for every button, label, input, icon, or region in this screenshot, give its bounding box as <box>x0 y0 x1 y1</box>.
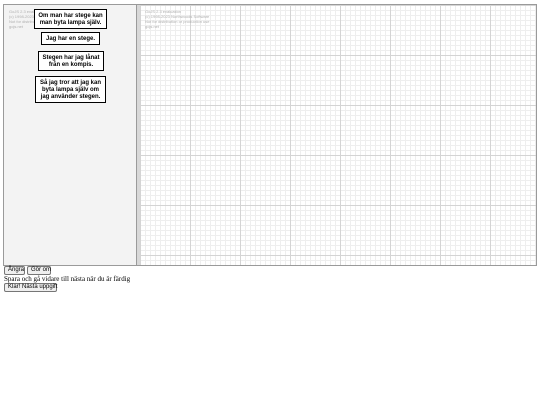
diagram-workspace: GoJS 2.3 evaluation (c) 1998-2023 Northw… <box>3 4 537 266</box>
undo-button[interactable]: Ångra <box>4 266 25 275</box>
canvas-watermark: GoJS 2.3 evaluation (c) 1998-2023 Northw… <box>145 9 209 29</box>
shape-palette[interactable]: GoJS 2.3 evaluation (c) 1998-2023 Northw… <box>4 5 137 265</box>
diagram-canvas[interactable]: GoJS 2.3 evaluation (c) 1998-2023 Northw… <box>140 5 536 265</box>
next-task-button[interactable]: Klar! Nästa uppgift <box>4 283 57 292</box>
instruction-text: Spara och gå vidare till nästa när du är… <box>4 275 131 283</box>
watermark-line: gojs.net <box>145 24 160 29</box>
redo-button[interactable]: Gör om <box>27 266 51 275</box>
palette-node[interactable]: Stegen har jag lånat från en kompis. <box>38 51 104 71</box>
palette-node[interactable]: Så jag tror att jag kan byta lampa själv… <box>35 76 106 103</box>
palette-node[interactable]: Jag har en stege. <box>41 32 100 45</box>
palette-node[interactable]: Om man har stege kan man byta lampa själ… <box>34 9 107 29</box>
